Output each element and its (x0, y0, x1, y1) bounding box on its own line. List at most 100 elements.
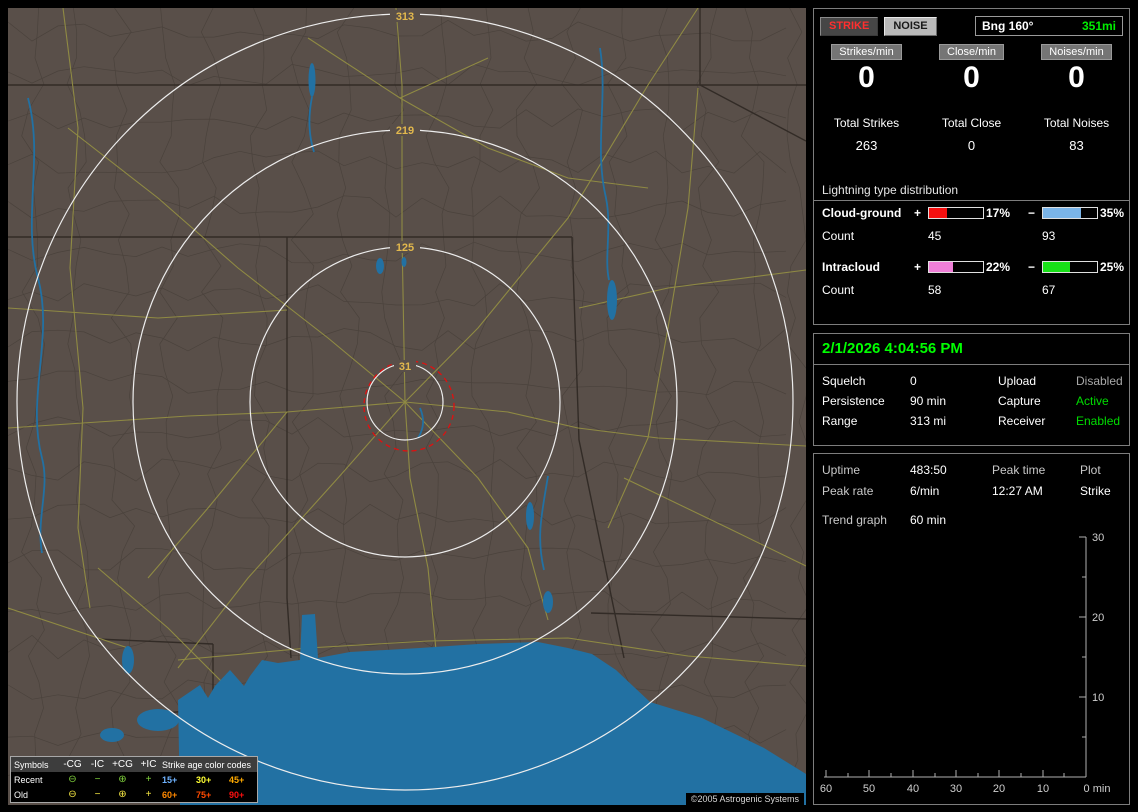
ring-label-125: 125 (396, 242, 414, 254)
legend-col-pos-ic: +IC (140, 759, 157, 770)
ring-label-313: 313 (396, 11, 414, 23)
age-15-badge: 15+ (162, 774, 178, 785)
upload-status: Disabled (1076, 374, 1123, 388)
noise-mode-button[interactable]: NOISE (884, 16, 937, 36)
age-60-badge: 60+ (162, 789, 178, 800)
ring-label-219: 219 (396, 125, 414, 137)
status-panel: 2/1/2026 4:04:56 PM Squelch 0 Upload Dis… (813, 333, 1130, 446)
strike-stats-panel: STRIKE NOISE Bng 160° 351mi Strikes/min … (813, 8, 1130, 325)
plus-sign: + (914, 260, 922, 274)
legend-col-pos-cg: +CG (112, 759, 133, 770)
squelch-label: Squelch (822, 374, 866, 388)
capture-label: Capture (998, 394, 1041, 408)
pos-ic-old-symbol: + (145, 789, 152, 800)
count-label: Count (822, 283, 855, 297)
mode-toolbar: STRIKE NOISE Bng 160° 351mi (814, 9, 1129, 36)
strikes-per-min-label: Strikes/min (831, 44, 902, 60)
cloud-ground-label: Cloud-ground (822, 206, 902, 220)
cloud-ground-count-row: Count 45 93 (814, 225, 1129, 247)
pos-cg-recent-symbol: ⊕ (118, 774, 127, 785)
cg-negative-count: 93 (1042, 229, 1056, 243)
intracloud-row: Intracloud + 22% − 25% (814, 255, 1129, 279)
age-45-badge: 45+ (229, 774, 245, 785)
intracloud-count-row: Count 58 67 (814, 279, 1129, 301)
trend-y-tick-10: 10 (1092, 692, 1104, 704)
intracloud-label: Intracloud (822, 260, 881, 274)
distribution-title: Lightning type distribution (822, 183, 959, 197)
ic-positive-bar-fill (929, 262, 953, 272)
ring-label-31: 31 (399, 361, 411, 373)
minus-sign: − (1028, 260, 1036, 274)
strikes-per-min-counter: Strikes/min 0 Total Strikes 263 (814, 44, 919, 153)
cg-positive-count: 45 (928, 229, 942, 243)
persistence-capture-row: Persistence 90 min Capture Active (814, 391, 1129, 411)
trend-x-tick-20: 20 (993, 783, 1005, 795)
copyright-notice: ©2005 Astrogenic Systems (685, 793, 804, 805)
peak-rate-row: Peak rate 6/min 12:27 AM Strike (814, 480, 1129, 501)
lightning-map[interactable]: 313 219 125 31 Symbols -CG -IC +CG +IC S… (8, 8, 806, 805)
pos-ic-recent-symbol: + (145, 774, 152, 785)
ic-positive-bar (928, 261, 984, 273)
ic-positive-count: 58 (928, 283, 942, 297)
close-per-min-counter: Close/min 0 Total Close 0 (919, 44, 1024, 153)
neg-ic-recent-symbol: − (94, 774, 101, 785)
uptime-value: 483:50 (910, 462, 947, 477)
persistence-label: Persistence (822, 394, 885, 408)
bearing-distance: 351mi (1081, 19, 1116, 33)
legend-col-neg-ic: -IC (90, 759, 105, 770)
age-75-badge: 75+ (196, 789, 212, 800)
cloud-ground-row: Cloud-ground + 17% − 35% (814, 201, 1129, 225)
total-strikes-value: 263 (855, 138, 878, 153)
uptime-rows: Uptime 483:50 Peak time Plot Peak rate 6… (814, 454, 1129, 530)
trend-origin-label: 0 min (1084, 783, 1111, 795)
minus-sign: − (1028, 206, 1036, 220)
total-close-value: 0 (967, 138, 976, 153)
persistence-value: 90 min (910, 394, 947, 408)
legend-old-label: Old (14, 789, 29, 800)
trend-x-tick-40: 40 (907, 783, 919, 795)
neg-cg-recent-symbol: ⊖ (68, 774, 77, 785)
trend-x-tick-50: 50 (863, 783, 875, 795)
plot-label: Plot (1080, 462, 1101, 477)
strike-mode-button[interactable]: STRIKE (820, 16, 879, 36)
legend-symbols-header: Symbols (14, 759, 49, 770)
legend-col-neg-cg: -CG (63, 759, 82, 770)
capture-status: Active (1076, 394, 1109, 408)
divider (814, 364, 1129, 365)
total-noises-label: Total Noises (1043, 116, 1110, 130)
ic-negative-bar (1042, 261, 1098, 273)
neg-cg-old-symbol: ⊖ (68, 789, 77, 800)
status-rows: Squelch 0 Upload Disabled Persistence 90… (814, 371, 1129, 431)
current-datetime: 2/1/2026 4:04:56 PM (822, 340, 963, 357)
noises-per-min-value: 0 (1068, 61, 1085, 94)
noises-per-min-counter: Noises/min 0 Total Noises 83 (1024, 44, 1129, 153)
cg-positive-bar (928, 207, 984, 219)
trend-graph: 30 20 10 60 50 40 30 20 10 0 min (820, 532, 1111, 795)
trend-panel: Uptime 483:50 Peak time Plot Peak rate 6… (813, 453, 1130, 805)
total-noises-value: 83 (1069, 138, 1084, 153)
range-value: 313 mi (910, 414, 947, 428)
upload-label: Upload (998, 374, 1037, 388)
trend-y-tick-30: 30 (1092, 532, 1104, 544)
pos-cg-old-symbol: ⊕ (118, 789, 127, 800)
legend-header-row: Symbols -CG -IC +CG +IC Strike age color… (11, 757, 257, 772)
count-label: Count (822, 229, 855, 243)
strikes-per-min-value: 0 (858, 61, 875, 94)
bearing-readout: Bng 160° 351mi (975, 16, 1123, 36)
cg-negative-percent: 35% (1100, 206, 1125, 220)
total-strikes-label: Total Strikes (833, 116, 900, 130)
per-minute-counters: Strikes/min 0 Total Strikes 263 Close/mi… (814, 44, 1129, 153)
close-per-min-value: 0 (963, 61, 980, 94)
plot-value: Strike (1080, 483, 1111, 498)
squelch-value: 0 (910, 374, 917, 388)
legend-old-row: Old ⊖ − ⊕ + 60+ 75+ 90+ (11, 787, 257, 802)
peak-rate-label: Peak rate (822, 483, 874, 498)
peak-time-label: Peak time (992, 462, 1046, 477)
uptime-label: Uptime (822, 462, 861, 477)
trend-graph-label: Trend graph (822, 512, 887, 527)
peak-time-value: 12:27 AM (992, 483, 1043, 498)
close-per-min-label: Close/min (939, 44, 1004, 60)
map-legend: Symbols -CG -IC +CG +IC Strike age color… (10, 756, 258, 803)
squelch-upload-row: Squelch 0 Upload Disabled (814, 371, 1129, 391)
neg-ic-old-symbol: − (94, 789, 101, 800)
